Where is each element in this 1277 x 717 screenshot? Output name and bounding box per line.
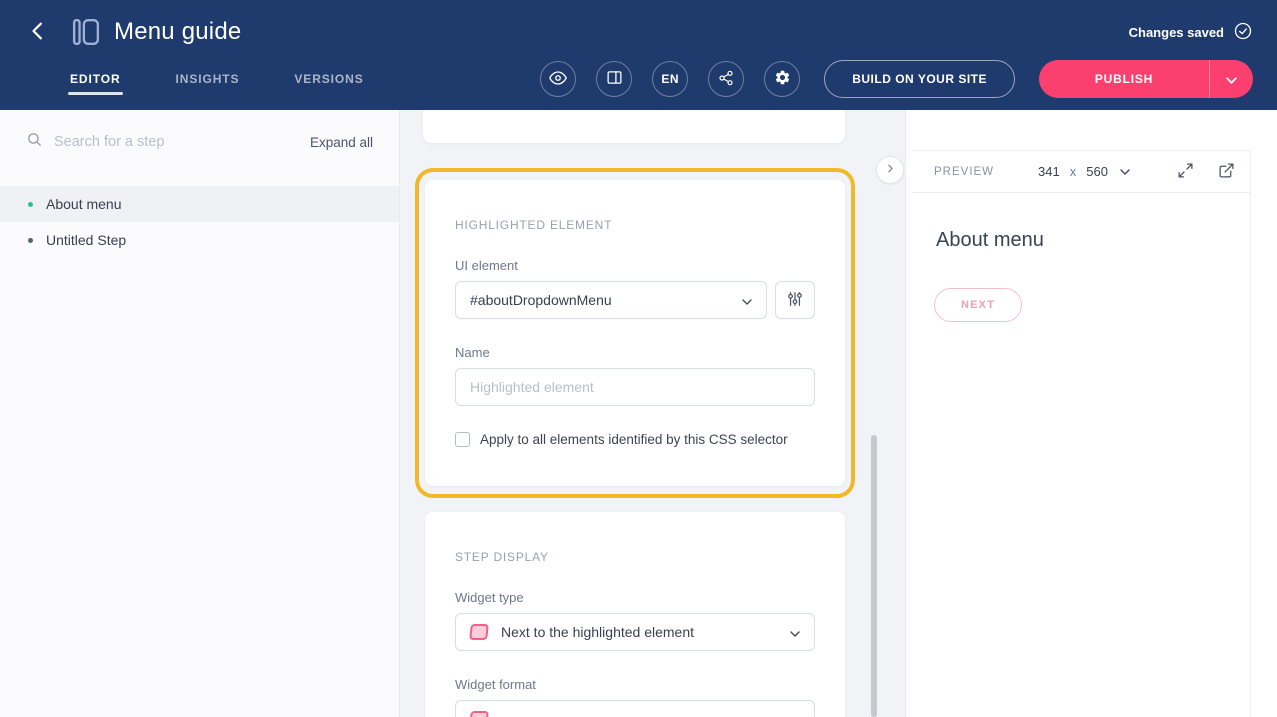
- widget-type-label: Widget type: [455, 590, 815, 605]
- preview-panel: PREVIEW 341 x 560: [905, 110, 1277, 717]
- highlighted-element-ring: HIGHLIGHTED ELEMENT UI element #aboutDro…: [415, 168, 855, 498]
- expand-all-link[interactable]: Expand all: [310, 135, 373, 150]
- step-status-dot: [28, 238, 33, 243]
- changes-saved-status: Changes saved: [1129, 21, 1253, 44]
- external-link-icon: [1218, 162, 1235, 182]
- search-input[interactable]: [54, 134, 299, 150]
- ui-element-select[interactable]: #aboutDropdownMenu: [455, 281, 767, 319]
- build-on-your-site-button[interactable]: BUILD ON YOUR SITE: [824, 60, 1015, 98]
- gear-icon: [774, 69, 791, 89]
- ui-element-row: #aboutDropdownMenu: [455, 281, 815, 319]
- step-item-label: Untitled Step: [46, 232, 126, 248]
- header-actions: EN BUILD ON YOUR SITE PUBLISH: [540, 56, 1253, 102]
- widget-format-label: Widget format: [455, 677, 815, 692]
- tooltip-widget-icon: [469, 711, 489, 717]
- step-status-dot: [28, 202, 33, 207]
- body: Expand all About menu Untitled Step HIGH…: [0, 110, 1277, 717]
- steps-sidebar: Expand all About menu Untitled Step: [0, 110, 400, 717]
- chevron-right-icon: [884, 162, 897, 178]
- back-button[interactable]: [24, 17, 54, 47]
- chevron-down-icon: [742, 292, 752, 308]
- tab-versions[interactable]: VERSIONS: [294, 56, 363, 102]
- preview-label: PREVIEW: [934, 166, 994, 178]
- publish-dropdown-button[interactable]: [1209, 60, 1253, 98]
- previous-settings-card: [423, 110, 845, 143]
- apply-all-checkbox[interactable]: [455, 432, 470, 447]
- header-tab-row: EDITOR INSIGHTS VERSIONS EN: [24, 56, 1253, 102]
- section-title: HIGHLIGHTED ELEMENT: [455, 218, 815, 232]
- preview-step-title: About menu: [936, 229, 1277, 252]
- publish-button[interactable]: PUBLISH: [1039, 60, 1209, 98]
- ui-element-label: UI element: [455, 258, 815, 273]
- widget-type-select[interactable]: Next to the highlighted element: [455, 613, 815, 651]
- check-circle-icon: [1233, 21, 1253, 44]
- name-label: Name: [455, 345, 815, 360]
- highlighted-element-card: HIGHLIGHTED ELEMENT UI element #aboutDro…: [425, 180, 845, 486]
- preview-content: About menu NEXT: [906, 229, 1277, 322]
- step-list: About menu Untitled Step: [0, 186, 399, 258]
- settings-button[interactable]: [764, 61, 800, 97]
- collapse-preview-button[interactable]: [876, 156, 904, 184]
- apply-all-row[interactable]: Apply to all elements identified by this…: [455, 432, 815, 447]
- selector-settings-button[interactable]: [775, 281, 815, 319]
- size-separator: x: [1070, 164, 1077, 179]
- eye-icon: [549, 69, 567, 90]
- step-item-untitled-step[interactable]: Untitled Step: [0, 222, 399, 258]
- step-item-label: About menu: [46, 196, 122, 212]
- apply-all-label: Apply to all elements identified by this…: [480, 432, 788, 447]
- tab-insights[interactable]: INSIGHTS: [176, 56, 240, 102]
- step-display-card: STEP DISPLAY Widget type Next to the hig…: [425, 512, 845, 717]
- section-title: STEP DISPLAY: [455, 550, 815, 564]
- publish-button-group: PUBLISH: [1039, 60, 1253, 98]
- editor-panel: HIGHLIGHTED ELEMENT UI element #aboutDro…: [400, 110, 905, 717]
- tooltip-widget-icon: [469, 624, 489, 640]
- element-name-input[interactable]: [455, 368, 815, 406]
- step-search-row: Expand all: [0, 110, 399, 174]
- app-logo-icon: [72, 18, 100, 46]
- sliders-icon: [787, 291, 803, 310]
- widget-type-value: Next to the highlighted element: [501, 624, 790, 640]
- preview-next-button[interactable]: NEXT: [934, 288, 1022, 322]
- layout-panel-icon: [606, 69, 623, 89]
- header: Menu guide Changes saved EDITOR INSIGHTS…: [0, 0, 1277, 110]
- preview-width-value[interactable]: 341: [1038, 164, 1060, 179]
- chevron-left-icon: [28, 20, 50, 45]
- step-item-about-menu[interactable]: About menu: [0, 186, 399, 222]
- preview-eye-button[interactable]: [540, 61, 576, 97]
- preview-size-controls: 341 x 560: [1038, 164, 1130, 179]
- app-root: Menu guide Changes saved EDITOR INSIGHTS…: [0, 0, 1277, 717]
- page-title: Menu guide: [114, 18, 241, 46]
- preview-actions: [1175, 160, 1237, 184]
- size-preset-dropdown[interactable]: [1120, 169, 1130, 175]
- expand-arrows-icon: [1177, 162, 1194, 182]
- share-icon: [718, 70, 734, 89]
- header-top-row: Menu guide Changes saved: [24, 0, 1253, 56]
- editor-scrollbar-thumb[interactable]: [871, 435, 877, 717]
- open-in-new-tab-button[interactable]: [1216, 160, 1237, 184]
- chevron-down-icon: [1226, 72, 1237, 87]
- ui-element-value: #aboutDropdownMenu: [470, 292, 742, 308]
- layout-panel-button[interactable]: [596, 61, 632, 97]
- tab-editor[interactable]: EDITOR: [70, 56, 121, 102]
- chevron-down-icon: [790, 624, 800, 640]
- main-tabs: EDITOR INSIGHTS VERSIONS: [70, 56, 364, 102]
- preview-height-value[interactable]: 560: [1086, 164, 1108, 179]
- changes-saved-label: Changes saved: [1129, 25, 1224, 40]
- fullscreen-button[interactable]: [1175, 160, 1196, 184]
- share-button[interactable]: [708, 61, 744, 97]
- search-icon: [26, 131, 43, 153]
- preview-header: PREVIEW 341 x 560: [912, 150, 1251, 193]
- widget-format-select[interactable]: [455, 700, 815, 717]
- language-button[interactable]: EN: [652, 61, 688, 97]
